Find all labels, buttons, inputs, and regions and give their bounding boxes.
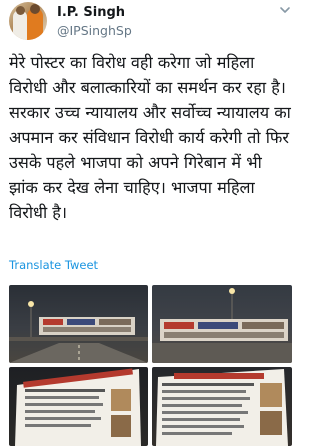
poster-illustration	[156, 369, 288, 446]
translate-tweet-link[interactable]: Translate Tweet	[9, 258, 98, 272]
media-photo-3[interactable]	[9, 367, 148, 446]
user-handle[interactable]: @IPSinghSp	[57, 23, 132, 38]
avatar[interactable]	[9, 2, 47, 40]
media-photo-2[interactable]	[152, 285, 292, 363]
media-photo-1[interactable]	[9, 285, 148, 363]
media-photo-4[interactable]	[152, 367, 292, 446]
hoarding-illustration	[9, 301, 148, 363]
chevron-down-icon[interactable]	[279, 4, 291, 16]
display-name[interactable]: I.P. Singh	[57, 5, 125, 20]
media-grid	[9, 285, 292, 446]
poster-illustration	[15, 368, 141, 446]
tweet-text: मेरे पोस्टर का विरोध वही करेगा जो महिला …	[9, 53, 291, 222]
hoarding-illustration	[152, 288, 292, 363]
